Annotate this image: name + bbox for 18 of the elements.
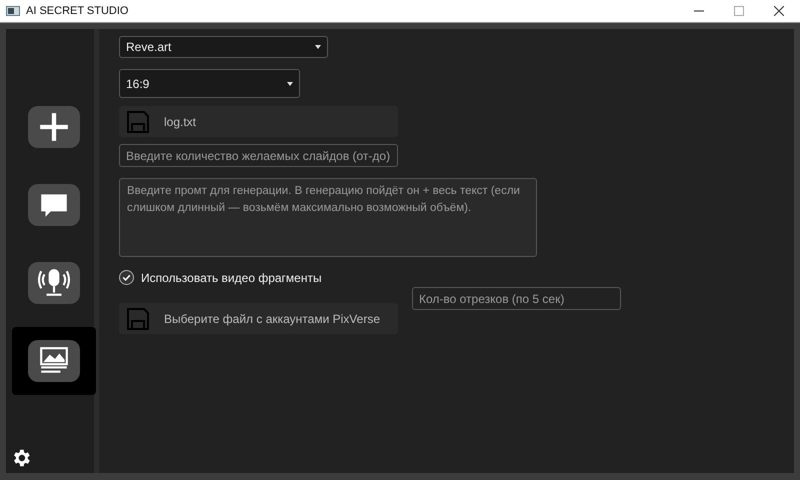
- sidebar-item[interactable]: [12, 327, 96, 395]
- plus-icon: [38, 111, 70, 143]
- close-icon[interactable]: [774, 6, 784, 16]
- checkbox-label: Использовать видео фрагменты: [141, 270, 322, 284]
- checkbox[interactable]: [119, 270, 134, 285]
- segments-field[interactable]: Кол-во отрезков (по 5 сек): [412, 287, 621, 310]
- slides-field[interactable]: Введите количество желаемых слайдов (от-до): [119, 144, 398, 167]
- file-button[interactable]: log.txt: [119, 106, 398, 137]
- window-title: AI SECRET STUDIO: [26, 5, 128, 17]
- ratio-dropdown[interactable]: 16:9: [119, 69, 300, 98]
- check-icon: [121, 272, 132, 283]
- service-dropdown[interactable]: Reve.art: [119, 36, 328, 58]
- app-icon: [6, 6, 20, 16]
- caret-icon: [315, 45, 321, 49]
- microphone-icon: [38, 267, 70, 299]
- file-button[interactable]: Выберите файл с аккаунтами PixVerse: [119, 303, 398, 334]
- caret-icon: [287, 82, 293, 86]
- prompt-field[interactable]: Введите промт для генерации. В генерацию пойдёт он + весь текст (если слишком длинный — возьмём максимально возможный объём).: [119, 178, 537, 257]
